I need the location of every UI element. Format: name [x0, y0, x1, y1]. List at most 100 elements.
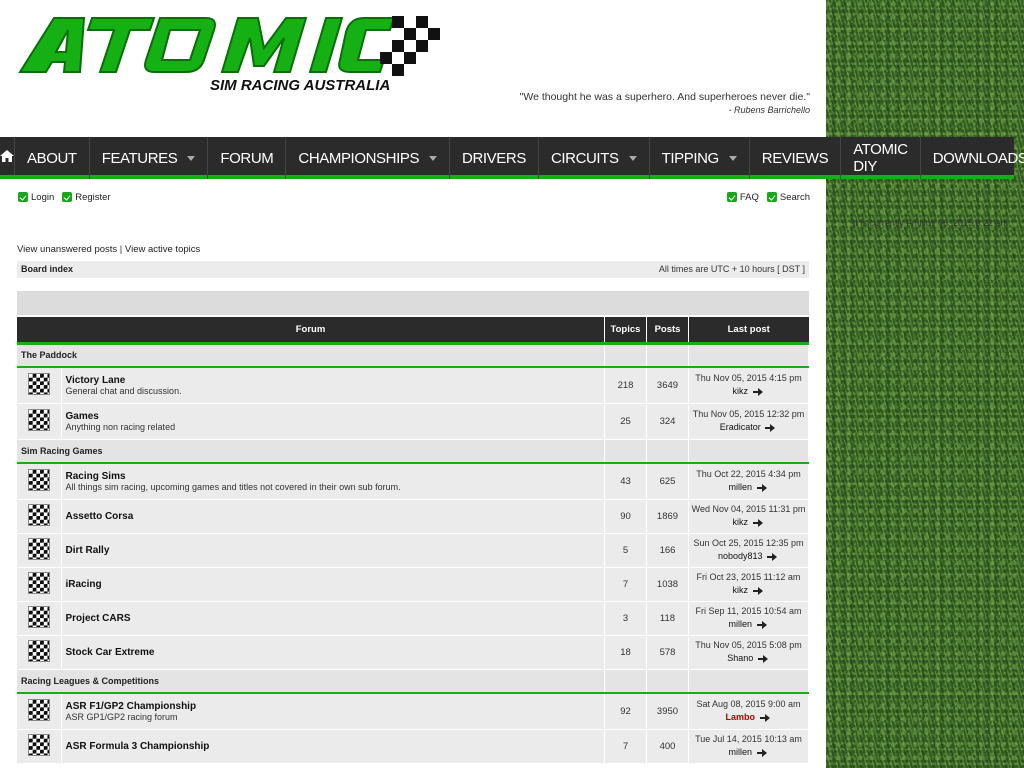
forum-description: Anything non racing related: [65, 421, 176, 432]
forum-description: General chat and discussion.: [65, 385, 182, 396]
last-post-user-link[interactable]: kikz: [732, 386, 748, 396]
nav-item-drivers[interactable]: DRIVERS: [450, 137, 539, 179]
forum-posts-count: 3950: [646, 693, 689, 730]
forum-row: Victory Lane General chat and discussion.…: [17, 367, 809, 404]
goto-last-post-icon[interactable]: [756, 620, 769, 629]
forum-title-link[interactable]: ASR Formula 3 Championship: [66, 741, 601, 752]
nav-item-downloads[interactable]: DOWNLOADS: [921, 137, 1024, 179]
last-post-author-line: millen: [689, 481, 808, 494]
category-title[interactable]: Racing Leagues & Competitions: [17, 669, 605, 694]
current-time: It is currently Fri Nov 06, 2015 6:22 am: [852, 218, 1008, 228]
forum-title-link[interactable]: Racing Sims: [66, 471, 601, 482]
last-post-user-link[interactable]: nobody813: [718, 551, 763, 561]
search-link[interactable]: Search: [766, 192, 810, 203]
forum-row: Dirt Rally 5 166 Sun Oct 25, 2015 12:35 pm n…: [17, 533, 809, 568]
last-post-cell: Sun Oct 25, 2015 12:35 pm nobody813: [688, 533, 809, 568]
forum-topics-count: 90: [604, 499, 647, 534]
checkered-forum-icon: [27, 408, 50, 431]
nav-item-championships[interactable]: CHAMPIONSHIPS: [286, 137, 451, 179]
forum-row: Project CARS 3 118 Fri Sep 11, 2015 10:54 a…: [17, 601, 809, 636]
forum-title-link[interactable]: iRacing: [66, 579, 601, 590]
goto-last-post-icon[interactable]: [756, 748, 769, 757]
last-post-date: Thu Nov 05, 2015 4:15 pm: [695, 373, 802, 384]
login-link[interactable]: Login: [18, 192, 54, 203]
forum-title-link[interactable]: ASR F1/GP2 Championship: [66, 701, 601, 712]
last-post-user-link[interactable]: millen: [728, 747, 752, 757]
category-spacer: [604, 343, 647, 368]
last-post-cell: Thu Nov 05, 2015 4:15 pm kikz: [688, 367, 809, 404]
nav-item-about[interactable]: ABOUT: [15, 137, 90, 179]
forum-info: ASR F1/GP2 Championship ASR GP1/GP2 racin…: [61, 693, 605, 730]
quicklinks-separator: |: [117, 244, 125, 255]
forum-title-link[interactable]: Project CARS: [66, 613, 601, 624]
forum-column-header: Forum: [17, 317, 605, 345]
quick-links: View unanswered posts | View active topi…: [17, 244, 200, 255]
goto-last-post-icon[interactable]: [759, 713, 772, 722]
nav-item-label: DOWNLOADS: [932, 149, 1024, 167]
category-spacer: [604, 669, 647, 694]
forum-topics-count: 25: [604, 403, 647, 440]
forum-info: Assetto Corsa: [61, 499, 605, 534]
forum-posts-count: 625: [646, 463, 689, 500]
nav-item-circuits[interactable]: CIRCUITS: [539, 137, 650, 179]
goto-last-post-icon[interactable]: [757, 654, 770, 663]
forum-posts-count: 1869: [646, 499, 689, 534]
last-post-author-line: kikz: [689, 516, 808, 529]
forum-title-link[interactable]: Assetto Corsa: [66, 511, 601, 522]
faq-link[interactable]: FAQ: [726, 192, 759, 203]
last-post-date: Tue Jul 14, 2015 10:13 am: [695, 734, 802, 744]
header: SIM RACING AUSTRALIA "We thought he was …: [0, 0, 826, 137]
register-link[interactable]: Register: [62, 192, 111, 203]
forum-row: ASR F1/GP2 Championship ASR GP1/GP2 racin…: [17, 693, 809, 730]
last-post-date: Fri Oct 23, 2015 11:12 am: [696, 572, 801, 582]
active-topics-link[interactable]: View active topics: [125, 244, 200, 255]
top-links-bar: Login Register FAQ Search: [18, 192, 810, 208]
goto-last-post-icon[interactable]: [752, 586, 765, 595]
nav-home[interactable]: [0, 137, 15, 175]
goto-last-post-icon[interactable]: [765, 423, 777, 432]
last-post-user-link[interactable]: Lambo: [725, 712, 755, 722]
forum-topics-count: 7: [604, 729, 647, 764]
nav-item-tipping[interactable]: TIPPING: [650, 137, 750, 179]
timezone-info: All times are UTC + 10 hours [ DST ]: [658, 264, 805, 274]
nav-item-atomic-diy[interactable]: ATOMIC DIY: [841, 137, 921, 179]
last-post-author-line: millen: [689, 746, 808, 759]
last-post-cell: Sat Aug 08, 2015 9:00 am Lambo: [688, 693, 809, 730]
last-post-user-link[interactable]: Eradicator: [720, 422, 761, 432]
forum-title-link[interactable]: Dirt Rally: [66, 545, 601, 556]
nav-item-features[interactable]: FEATURES: [90, 137, 209, 179]
last-post-user-link[interactable]: millen: [728, 619, 752, 629]
last-post-date: Thu Nov 05, 2015 5:08 pm: [695, 640, 802, 650]
forum-title-link[interactable]: Games: [66, 411, 601, 422]
last-post-author-line: millen: [689, 618, 808, 631]
goto-last-post-icon[interactable]: [752, 387, 765, 396]
forum-title-link[interactable]: Victory Lane: [66, 375, 601, 386]
site-logo[interactable]: SIM RACING AUSTRALIA: [14, 12, 444, 94]
board-index-link[interactable]: Board index: [21, 264, 73, 274]
forum-posts-count: 166: [646, 533, 689, 568]
category-title[interactable]: The Paddock: [17, 343, 605, 368]
forum-info: Victory Lane General chat and discussion.: [61, 367, 605, 404]
forum-status-cell: [17, 567, 62, 602]
search-label: Search: [779, 192, 810, 203]
forum-status-cell: [17, 367, 62, 404]
unanswered-posts-link[interactable]: View unanswered posts: [17, 244, 117, 255]
goto-last-post-icon[interactable]: [767, 552, 779, 561]
nav-item-label: DRIVERS: [462, 149, 526, 167]
goto-last-post-icon[interactable]: [752, 518, 765, 527]
checkered-forum-icon: [27, 733, 50, 756]
last-post-user-link[interactable]: Shano: [727, 653, 753, 663]
last-post-date: Wed Nov 04, 2015 11:31 pm: [691, 504, 806, 514]
category-spacer: [688, 669, 809, 694]
nav-item-forum[interactable]: FORUM: [208, 137, 287, 179]
forum-row: Racing Sims All things sim racing, upcomi…: [17, 463, 809, 500]
last-post-user-link[interactable]: millen: [728, 482, 752, 492]
last-post-user-link[interactable]: kikz: [732, 585, 748, 595]
nav-item-reviews[interactable]: REVIEWS: [750, 137, 842, 179]
goto-last-post-icon[interactable]: [756, 483, 769, 492]
category-title[interactable]: Sim Racing Games: [17, 439, 605, 464]
category-spacer: [688, 343, 809, 368]
nav-item-label: FEATURES: [101, 149, 178, 167]
last-post-user-link[interactable]: kikz: [732, 517, 748, 527]
forum-title-link[interactable]: Stock Car Extreme: [66, 647, 601, 658]
